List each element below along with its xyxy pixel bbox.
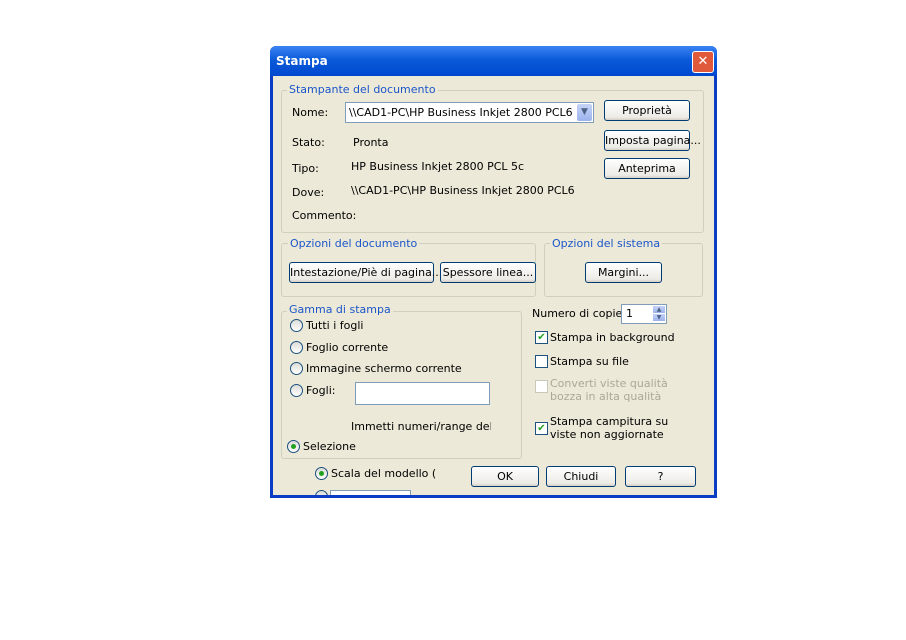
partial-radio[interactable] bbox=[315, 490, 328, 495]
header-footer-button[interactable]: Intestazione/Piè di pagina... bbox=[289, 262, 442, 283]
copies-value: 1 bbox=[626, 307, 633, 320]
current-sheet-label[interactable]: Foglio corrente bbox=[306, 341, 388, 354]
spin-down-icon[interactable]: ▼ bbox=[653, 314, 665, 321]
document-options-legend: Opzioni del documento bbox=[288, 237, 420, 250]
print-hatch-checkbox[interactable]: ✔ bbox=[535, 422, 548, 435]
current-screen-label[interactable]: Immagine schermo corrente bbox=[306, 362, 462, 375]
preview-button[interactable]: Anteprima bbox=[604, 158, 690, 179]
print-to-file-checkbox[interactable] bbox=[535, 355, 548, 368]
printer-select-value: \\CAD1-PC\HP Business Inkjet 2800 PCL6 bbox=[349, 106, 573, 119]
sheets-radio[interactable] bbox=[290, 384, 303, 397]
partial-input[interactable] bbox=[330, 490, 411, 495]
convert-draft-checkbox bbox=[535, 380, 548, 393]
all-sheets-radio[interactable] bbox=[290, 319, 303, 332]
name-label: Nome: bbox=[292, 106, 329, 119]
printer-group-legend: Stampante del documento bbox=[287, 83, 438, 96]
sheets-label[interactable]: Fogli: bbox=[306, 384, 335, 397]
selection-radio[interactable] bbox=[287, 440, 300, 453]
system-options-legend: Opzioni del sistema bbox=[550, 237, 663, 250]
chevron-down-icon[interactable]: ▼ bbox=[577, 104, 592, 121]
close-icon[interactable]: ✕ bbox=[692, 51, 714, 73]
convert-draft-label: Converti viste qualità bozza in alta qua… bbox=[550, 377, 668, 403]
close-button[interactable]: Chiudi bbox=[546, 466, 616, 487]
page-setup-button[interactable]: Imposta pagina... bbox=[604, 130, 701, 151]
where-value: \\CAD1-PC\HP Business Inkjet 2800 PCL6 bbox=[351, 184, 575, 197]
model-scale-radio[interactable] bbox=[315, 467, 328, 480]
comment-label: Commento: bbox=[292, 209, 357, 222]
line-weight-button[interactable]: Spessore linea... bbox=[440, 262, 536, 283]
dialog-body: Stampante del documento Nome: \\CAD1-PC\… bbox=[273, 76, 714, 495]
model-scale-label[interactable]: Scala del modello ( bbox=[331, 467, 436, 480]
sheets-input[interactable] bbox=[355, 382, 490, 405]
status-value: Pronta bbox=[353, 136, 389, 149]
print-to-file-label[interactable]: Stampa su file bbox=[550, 355, 629, 368]
all-sheets-label[interactable]: Tutti i fogli bbox=[306, 319, 363, 332]
print-dialog: Stampa ✕ Stampante del documento Nome: \… bbox=[270, 46, 717, 498]
background-print-checkbox[interactable]: ✔ bbox=[535, 331, 548, 344]
type-label: Tipo: bbox=[292, 162, 319, 175]
current-sheet-radio[interactable] bbox=[290, 341, 303, 354]
where-label: Dove: bbox=[292, 186, 325, 199]
type-value: HP Business Inkjet 2800 PCL 5c bbox=[351, 160, 525, 173]
current-screen-radio[interactable] bbox=[290, 362, 303, 375]
properties-button[interactable]: Proprietà bbox=[604, 100, 690, 121]
spin-up-icon[interactable]: ▲ bbox=[653, 306, 665, 313]
copies-label: Numero di copie: bbox=[532, 307, 627, 320]
ok-button[interactable]: OK bbox=[471, 466, 539, 487]
dialog-title: Stampa bbox=[276, 54, 328, 68]
margins-button[interactable]: Margini... bbox=[585, 262, 662, 283]
help-button[interactable]: ? bbox=[625, 466, 696, 487]
status-label: Stato: bbox=[292, 136, 325, 149]
copies-stepper[interactable]: 1 ▲ ▼ bbox=[621, 304, 667, 324]
print-range-legend: Gamma di stampa bbox=[287, 303, 393, 316]
title-bar[interactable]: Stampa ✕ bbox=[270, 46, 717, 76]
selection-label[interactable]: Selezione bbox=[303, 440, 356, 453]
background-print-label[interactable]: Stampa in background bbox=[550, 331, 675, 344]
print-hatch-label[interactable]: Stampa campitura su viste non aggiornate bbox=[550, 415, 690, 441]
printer-select[interactable]: \\CAD1-PC\HP Business Inkjet 2800 PCL6 ▼ bbox=[345, 102, 594, 123]
sheets-hint: Immetti numeri/range del fogli bbox=[351, 420, 491, 433]
